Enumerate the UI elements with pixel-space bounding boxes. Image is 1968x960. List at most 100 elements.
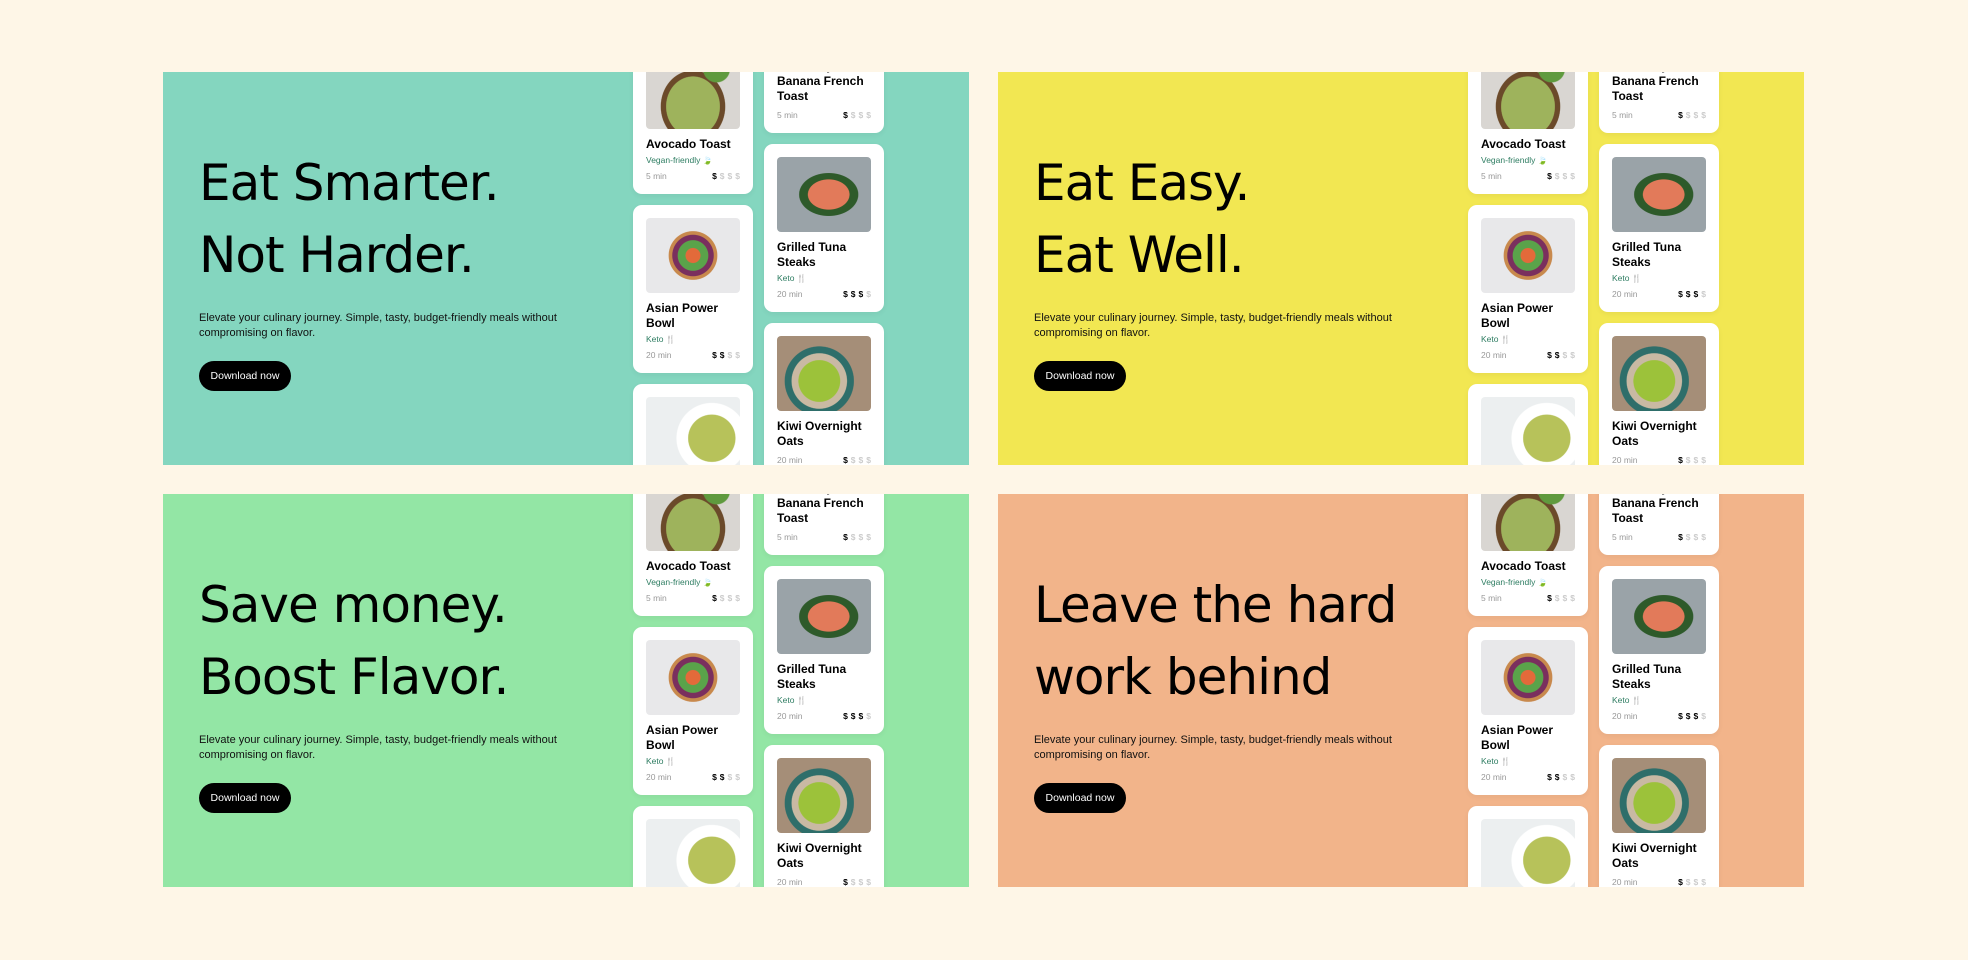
price-symbol: $ [735,772,740,782]
tag-label: Keto [1481,756,1499,766]
price-level: $ $ $ $ [840,532,871,542]
recipe-card[interactable] [633,806,753,887]
recipe-card[interactable]: Asian Power Bowl Keto 🍴 20 min $ $ $ $ [1468,205,1588,373]
recipe-tag: Keto 🍴 [1481,334,1575,344]
recipe-title: Blueberry & Banana French Toast [777,72,864,103]
recipe-card[interactable]: Avocado Toast Vegan-friendly 🍃 5 min $ $ $ $ [633,494,753,616]
price-symbol: $ [719,171,725,181]
price-symbol: $ [727,772,733,782]
price-symbol: $ [843,289,848,299]
recipe-image [646,819,740,887]
recipe-image [646,218,740,293]
fork-knife-icon: 🍴 [663,757,676,766]
headline-line: Not Harder. [199,225,475,284]
leaf-icon: 🍃 [1535,156,1548,165]
recipe-meta: 5 min $ $ $ $ [1612,532,1706,542]
recipe-card[interactable]: Blueberry & Banana French Toast5 min$$$$ [1599,494,1719,555]
price-symbol: $ [1678,110,1683,120]
recipe-card[interactable]: Kiwi Overnight Oats 20 min $ $ $ $ [1599,323,1719,465]
download-now-button[interactable]: Download now [199,782,291,813]
price-level: $ $ $ $ [1675,289,1706,299]
price-symbol: $ [850,289,856,299]
price-symbol: $ [1554,350,1560,360]
recipe-card[interactable]: Grilled Tuna Steaks Keto 🍴 20 min $ $ $ $ [1599,566,1719,734]
price-symbol: $ [1562,593,1568,603]
recipe-image [1612,336,1706,411]
recipe-card[interactable]: Grilled Tuna Steaks Keto 🍴 20 min $ $ $ $ [764,566,884,734]
recipe-card[interactable]: Avocado Toast Vegan-friendly 🍃 5 min $ $ $ $ [1468,494,1588,616]
fork-knife-icon: 🍴 [794,274,807,283]
download-now-button[interactable]: Download now [1034,360,1126,391]
recipe-tag: Keto 🍴 [1612,695,1706,705]
recipe-column: Avocado Toast Vegan-friendly 🍃 5 min $ $ $ $ As… [633,72,753,465]
recipe-card[interactable]: Blueberry & Banana French Toast5 min$$$$ [764,494,884,555]
price-symbol: $ [735,171,740,181]
recipe-card[interactable]: Asian Power Bowl Keto 🍴 20 min $ $ $ $ [633,627,753,795]
cook-time: 20 min [1612,711,1638,721]
price-symbol: $ [858,877,864,887]
download-now-button[interactable]: Download now [1034,782,1126,813]
price-symbol: $ [866,532,871,542]
recipe-title: Avocado Toast [646,559,731,573]
recipe-card[interactable]: Asian Power Bowl Keto 🍴 20 min $ $ $ $ [1468,627,1588,795]
recipe-card[interactable]: Asian Power Bowl Keto 🍴 20 min $ $ $ $ [633,205,753,373]
recipe-card[interactable]: Blueberry & Banana French Toast5 min$$$$ [1599,72,1719,133]
price-symbol: $ [712,772,717,782]
price-symbol: $ [1547,593,1552,603]
price-symbol: $ [1701,110,1706,120]
recipe-meta: 5 min $ $ $ $ [1612,110,1706,120]
recipe-meta: 20 min $ $ $ $ [1612,711,1706,721]
price-symbol: $ [1701,877,1706,887]
cook-time: 20 min [1481,350,1507,360]
cook-time: 5 min [646,171,667,181]
recipe-image [646,640,740,715]
recipe-card[interactable]: Avocado Toast Vegan-friendly 🍃 5 min $ $ $ $ [1468,72,1588,194]
recipe-image [1481,494,1575,551]
price-symbol: $ [1693,532,1699,542]
recipe-card[interactable]: Kiwi Overnight Oats 20 min $ $ $ $ [764,323,884,465]
price-symbol: $ [858,455,864,465]
recipe-tag: Vegan-friendly 🍃 [646,577,740,587]
subtitle: Elevate your culinary journey. Simple, t… [199,311,557,339]
recipe-image [1612,579,1706,654]
price-symbol: $ [1701,711,1706,721]
tag-label: Keto [777,273,795,283]
recipe-meta: 20 min $ $ $ $ [777,455,871,465]
recipe-title: Grilled Tuna Steaks [777,662,847,691]
recipe-card[interactable] [633,384,753,465]
recipe-card[interactable]: Kiwi Overnight Oats 20 min $ $ $ $ [1599,745,1719,887]
recipe-card[interactable]: Avocado Toast Vegan-friendly 🍃 5 min $ $ $ $ [633,72,753,194]
price-symbol: $ [843,455,848,465]
recipe-tag: Keto 🍴 [646,334,740,344]
recipe-meta: 5 min $ $ $ $ [1481,171,1575,181]
recipe-card[interactable]: Kiwi Overnight Oats 20 min $ $ $ $ [764,745,884,887]
hero-text: Leave the hard work behind Elevate your cu… [1034,494,1434,887]
price-level: $ $ $ $ [709,593,740,603]
download-now-button[interactable]: Download now [199,360,291,391]
recipe-column: Blueberry & Banana French Toast5 min$$$$… [1599,72,1719,465]
recipe-title: Asian Power Bowl [1481,301,1554,330]
cook-time: 20 min [646,350,672,360]
recipe-card[interactable] [1468,806,1588,887]
recipe-card[interactable] [1468,384,1588,465]
price-level: $ $ $ $ [840,455,871,465]
recipe-card[interactable]: Grilled Tuna Steaks Keto 🍴 20 min $ $ $ $ [1599,144,1719,312]
recipe-card[interactable]: Blueberry & Banana French Toast5 min$$$$ [764,72,884,133]
tag-label: Keto [646,756,664,766]
hero-panel: Eat Easy. Eat Well. Elevate your culinary … [998,72,1804,465]
recipe-tag: Keto 🍴 [777,695,871,705]
recipe-card[interactable]: Grilled Tuna Steaks Keto 🍴 20 min $ $ $ $ [764,144,884,312]
price-symbol: $ [1678,532,1683,542]
recipe-image [777,336,871,411]
cook-time: 5 min [646,593,667,603]
tag-label: Keto [646,334,664,344]
recipe-meta: 5 min $ $ $ $ [646,171,740,181]
price-symbol: $ [858,289,864,299]
price-symbol: $ [735,350,740,360]
cook-time: 5 min [1612,532,1633,542]
recipe-title: Asian Power Bowl [646,723,719,752]
recipe-image [777,157,871,232]
price-level: $ $ $ $ [1675,877,1706,887]
fork-knife-icon: 🍴 [794,696,807,705]
recipe-image [777,579,871,654]
